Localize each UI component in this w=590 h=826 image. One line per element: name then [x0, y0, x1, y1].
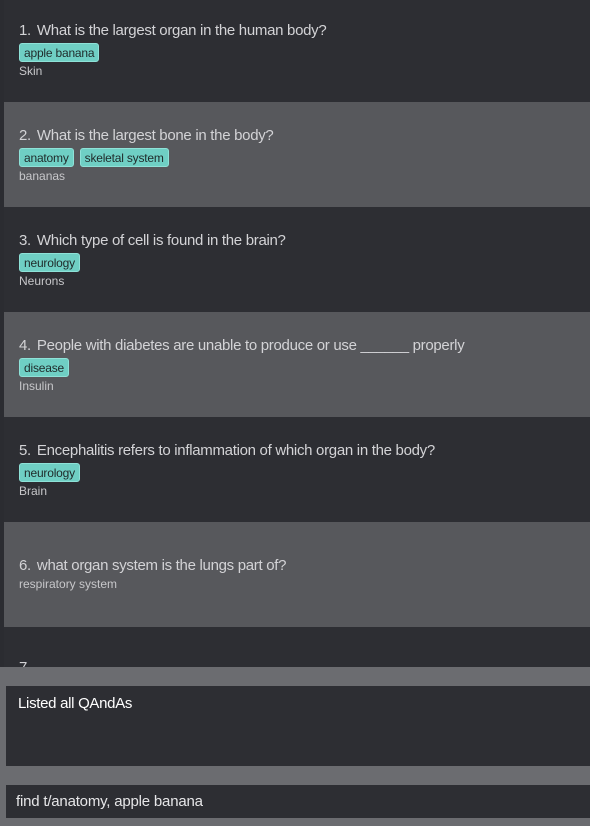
answer-text: Neurons	[19, 274, 65, 288]
tag-badge: apple banana	[19, 43, 100, 62]
tag-badge: anatomy	[19, 148, 74, 167]
question-line: 2. What is the largest bone in the body?	[19, 102, 590, 145]
tag-list: anatomy skeletal system	[19, 148, 590, 167]
qa-card[interactable]: 1. What is the largest organ in the human…	[4, 0, 590, 105]
qa-card[interactable]: 5. Encephalitis refers to inflammation of…	[4, 417, 590, 522]
question-number: 1.	[19, 22, 31, 39]
question-line: 5. Encephalitis refers to inflammation of…	[19, 417, 590, 460]
question-text: Encephalitis refers to inflammation of w…	[36, 442, 435, 459]
result-message: Listed all QAndAs	[18, 695, 133, 712]
qa-card[interactable]: 4. People with diabetes are unable to pro…	[4, 312, 590, 417]
question-text: Which type of cell is found in the brain…	[36, 232, 286, 249]
tag-badge: disease	[19, 358, 69, 377]
tag-list: neurology	[19, 463, 590, 482]
question-number: 3.	[19, 232, 31, 249]
qa-card[interactable]: 2. What is the largest bone in the body? …	[4, 102, 590, 207]
tag-badge: neurology	[19, 253, 80, 272]
question-number: 4.	[19, 337, 31, 354]
question-number: 6.	[19, 557, 31, 574]
question-line: 4. People with diabetes are unable to pro…	[19, 312, 590, 355]
question-text: What is the largest organ in the human b…	[36, 22, 327, 39]
question-line: 3. Which type of cell is found in the bra…	[19, 207, 590, 250]
question-text: People with diabetes are unable to produ…	[36, 337, 465, 354]
command-input[interactable]: find t/anatomy, apple banana	[6, 785, 590, 818]
result-display: Listed all QAndAs	[6, 686, 590, 766]
tag-list: disease	[19, 358, 590, 377]
question-line: 6. what organ system is the lungs part of…	[19, 522, 590, 575]
question-number: 2.	[19, 127, 31, 144]
question-number: 5.	[19, 442, 31, 459]
answer-text: Brain	[19, 484, 48, 498]
qa-card[interactable]: 7.	[4, 627, 590, 667]
question-text: what organ system is the lungs part of?	[36, 557, 287, 574]
question-number: 7.	[19, 659, 31, 667]
qa-list[interactable]: 1. What is the largest organ in the human…	[0, 0, 590, 667]
tag-list: apple banana	[19, 43, 590, 62]
tag-badge: skeletal system	[79, 148, 169, 167]
answer-text: respiratory system	[19, 577, 118, 591]
question-line: 7.	[19, 627, 590, 667]
question-line: 1. What is the largest organ in the human…	[19, 0, 590, 40]
question-text: What is the largest bone in the body?	[36, 127, 274, 144]
tag-badge: neurology	[19, 463, 80, 482]
qa-card[interactable]: 3. Which type of cell is found in the bra…	[4, 207, 590, 312]
answer-text: bananas	[19, 169, 66, 183]
answer-text: Skin	[19, 64, 43, 78]
answer-text: Insulin	[19, 379, 54, 393]
qa-card[interactable]: 6. what organ system is the lungs part of…	[4, 522, 590, 627]
tag-list: neurology	[19, 253, 590, 272]
